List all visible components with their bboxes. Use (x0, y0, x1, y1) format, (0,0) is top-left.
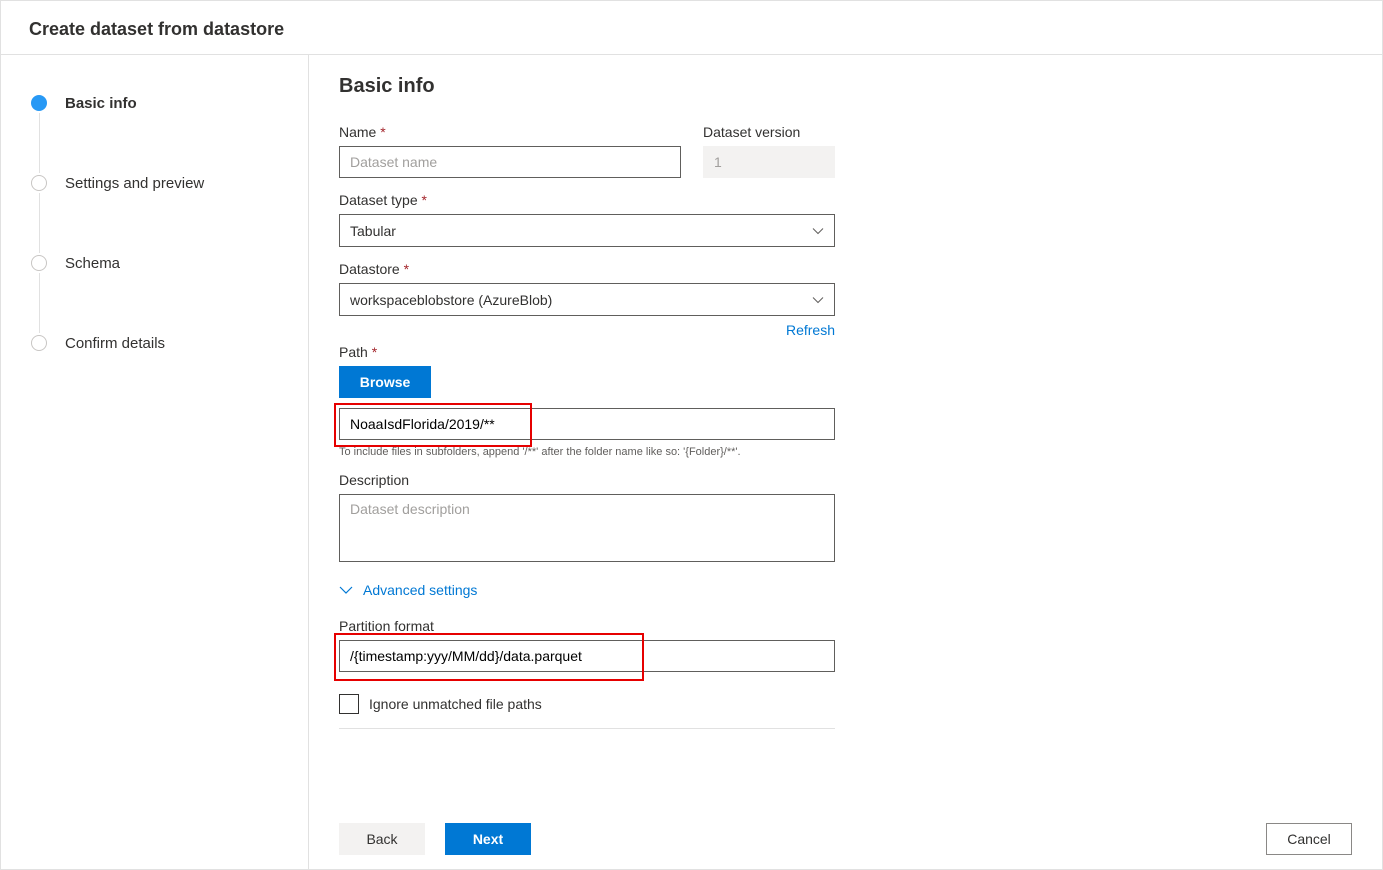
partition-format-label: Partition format (339, 618, 1352, 634)
section-title: Basic info (339, 75, 1352, 98)
dataset-type-label: Dataset type (339, 192, 1352, 208)
ignore-unmatched-checkbox[interactable] (339, 694, 359, 714)
browse-button[interactable]: Browse (339, 366, 431, 398)
step-indicator (31, 255, 47, 271)
wizard-steps: Basic info Settings and preview Schema C… (1, 55, 309, 869)
datastore-select[interactable]: workspaceblobstore (AzureBlob) (339, 283, 835, 316)
next-button[interactable]: Next (445, 823, 531, 855)
back-button[interactable]: Back (339, 823, 425, 855)
dataset-type-select[interactable]: Tabular (339, 214, 835, 247)
version-label: Dataset version (703, 124, 835, 140)
page-title: Create dataset from datastore (1, 1, 1382, 55)
step-label: Basic info (65, 95, 137, 112)
datastore-value: workspaceblobstore (AzureBlob) (350, 292, 552, 308)
step-schema[interactable]: Schema (31, 253, 308, 273)
step-indicator-active (31, 95, 47, 111)
path-label: Path (339, 344, 1352, 360)
ignore-unmatched-row: Ignore unmatched file paths (339, 686, 835, 729)
chevron-down-icon (812, 294, 824, 306)
refresh-link[interactable]: Refresh (339, 322, 835, 338)
chevron-down-icon (812, 225, 824, 237)
step-indicator (31, 335, 47, 351)
step-confirm-details[interactable]: Confirm details (31, 333, 308, 353)
step-basic-info[interactable]: Basic info (31, 93, 308, 113)
dataset-type-value: Tabular (350, 223, 396, 239)
step-label: Confirm details (65, 335, 165, 352)
chevron-down-icon (339, 583, 353, 597)
step-label: Settings and preview (65, 175, 204, 192)
ignore-unmatched-label: Ignore unmatched file paths (369, 696, 542, 712)
cancel-button[interactable]: Cancel (1266, 823, 1352, 855)
step-indicator (31, 175, 47, 191)
main-content: Basic info Name Dataset version 1 Datase… (309, 55, 1382, 869)
name-input[interactable] (339, 146, 681, 178)
step-settings-preview[interactable]: Settings and preview (31, 173, 308, 193)
description-label: Description (339, 472, 1352, 488)
datastore-label: Datastore (339, 261, 1352, 277)
partition-format-input[interactable] (339, 640, 835, 672)
version-value: 1 (703, 146, 835, 178)
advanced-settings-label: Advanced settings (363, 582, 477, 598)
description-textarea[interactable] (339, 494, 835, 562)
path-help-text: To include files in subfolders, append '… (339, 446, 1352, 458)
step-label: Schema (65, 255, 120, 272)
path-input[interactable] (339, 408, 835, 440)
advanced-settings-toggle[interactable]: Advanced settings (339, 582, 1352, 598)
name-label: Name (339, 124, 681, 140)
